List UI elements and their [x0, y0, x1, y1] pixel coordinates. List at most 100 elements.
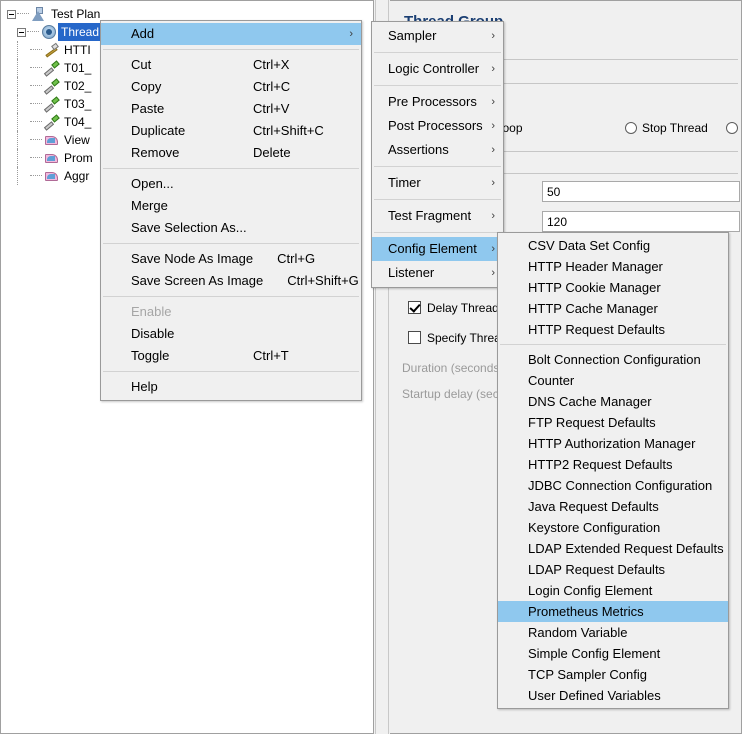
menu-item-shortcut: Ctrl+T [229, 345, 351, 367]
specify-thread-label: Specify Thread [427, 331, 508, 345]
menu-item-label: Bolt Connection Configuration [528, 349, 718, 370]
menu-item-label: Assertions [388, 138, 493, 162]
sampler-icon [43, 60, 61, 76]
config-menu-item-jdbc-connection-configuration[interactable]: JDBC Connection Configuration [498, 475, 728, 496]
menu-item-label: Merge [131, 195, 351, 217]
context-menu-item-open[interactable]: Open... [101, 173, 361, 195]
tree-context-menu[interactable]: Add› CutCtrl+XCopyCtrl+CPasteCtrl+VDuplic… [100, 20, 362, 401]
config-menu-item-prometheus-metrics[interactable]: Prometheus Metrics [498, 601, 728, 622]
http-sampler-icon [43, 42, 61, 58]
config-menu-item-tcp-sampler-config[interactable]: TCP Sampler Config [498, 664, 728, 685]
context-menu-item-disable[interactable]: Disable [101, 323, 361, 345]
context-menu-item-enable: Enable [101, 301, 361, 323]
tree-item-label: Test Plan [48, 5, 102, 23]
add-menu-item-sampler[interactable]: Sampler› [372, 24, 503, 48]
tree-connector [17, 13, 29, 15]
menu-item-label: Save Screen As Image [131, 270, 263, 292]
menu-item-label: Timer [388, 171, 493, 195]
context-menu-item-add[interactable]: Add› [101, 23, 361, 45]
add-menu-item-pre-processors[interactable]: Pre Processors› [372, 90, 503, 114]
radio-icon[interactable] [726, 122, 738, 134]
tree-expander-icon[interactable] [7, 10, 16, 19]
add-menu-item-test-fragment[interactable]: Test Fragment› [372, 204, 503, 228]
context-menu-item-paste[interactable]: PasteCtrl+V [101, 98, 361, 120]
menu-item-label: Test Fragment [388, 204, 493, 228]
context-menu-item-help[interactable]: Help [101, 376, 361, 398]
tree-expander-icon[interactable] [17, 28, 26, 37]
config-menu-item-http-cookie-manager[interactable]: HTTP Cookie Manager [498, 277, 728, 298]
config-menu-item-keystore-configuration[interactable]: Keystore Configuration [498, 517, 728, 538]
menu-item-label: Remove [131, 142, 229, 164]
config-menu-item-bolt-connection-configuration[interactable]: Bolt Connection Configuration [498, 349, 728, 370]
menu-item-label: Post Processors [388, 114, 493, 138]
config-menu-item-http-cache-manager[interactable]: HTTP Cache Manager [498, 298, 728, 319]
menu-item-label: Enable [131, 301, 351, 323]
menu-item-shortcut: Ctrl+Shift+C [229, 120, 351, 142]
context-menu-item-merge[interactable]: Merge [101, 195, 361, 217]
config-menu-item-counter[interactable]: Counter [498, 370, 728, 391]
checkbox-icon[interactable] [408, 331, 421, 344]
checkbox-icon[interactable] [408, 301, 421, 314]
menu-item-shortcut: Ctrl+V [229, 98, 351, 120]
add-menu-item-assertions[interactable]: Assertions› [372, 138, 503, 162]
context-menu-item-remove[interactable]: RemoveDelete [101, 142, 361, 164]
menu-item-label: HTTP Cache Manager [528, 298, 718, 319]
add-menu-item-timer[interactable]: Timer› [372, 171, 503, 195]
radio-stop-test[interactable]: S [726, 121, 742, 135]
chevron-right-icon: › [491, 171, 495, 195]
menu-item-shortcut: Ctrl+C [229, 76, 351, 98]
config-menu-item-ftp-request-defaults[interactable]: FTP Request Defaults [498, 412, 728, 433]
specify-thread-checkbox[interactable]: Specify Thread [408, 331, 508, 345]
context-menu-item-save-screen-as-image[interactable]: Save Screen As ImageCtrl+Shift+G [101, 270, 361, 292]
jmeter-window: Test PlanThread GHTTIT01_T02_T03_T04_Vie… [0, 0, 742, 734]
config-menu-item-user-defined-variables[interactable]: User Defined Variables [498, 685, 728, 706]
listener-icon [43, 150, 61, 166]
menu-item-label: Duplicate [131, 120, 229, 142]
config-menu-item-dns-cache-manager[interactable]: DNS Cache Manager [498, 391, 728, 412]
context-menu-item-toggle[interactable]: ToggleCtrl+T [101, 345, 361, 367]
config-menu-item-login-config-element[interactable]: Login Config Element [498, 580, 728, 601]
config-menu-item-simple-config-element[interactable]: Simple Config Element [498, 643, 728, 664]
chevron-right-icon: › [491, 114, 495, 138]
tree-item-label: HTTI [61, 41, 93, 59]
config-menu-item-http2-request-defaults[interactable]: HTTP2 Request Defaults [498, 454, 728, 475]
config-element-submenu[interactable]: CSV Data Set ConfigHTTP Header ManagerHT… [497, 232, 729, 709]
config-menu-item-http-header-manager[interactable]: HTTP Header Manager [498, 256, 728, 277]
tree-item-label: T04_ [61, 113, 93, 131]
context-menu-item-duplicate[interactable]: DuplicateCtrl+Shift+C [101, 120, 361, 142]
context-menu-item-save-selection-as[interactable]: Save Selection As... [101, 217, 361, 239]
context-menu-item-copy[interactable]: CopyCtrl+C [101, 76, 361, 98]
menu-item-label: TCP Sampler Config [528, 664, 718, 685]
config-menu-item-http-authorization-manager[interactable]: HTTP Authorization Manager [498, 433, 728, 454]
add-menu-item-logic-controller[interactable]: Logic Controller› [372, 57, 503, 81]
config-menu-item-ldap-request-defaults[interactable]: LDAP Request Defaults [498, 559, 728, 580]
ramp-up-period-input[interactable]: 120 [542, 211, 740, 232]
add-menu-item-separator [374, 85, 501, 86]
add-menu-item-config-element[interactable]: Config Element› [372, 237, 503, 261]
number-of-threads-input[interactable]: 50 [542, 181, 740, 202]
tree-connector [30, 121, 42, 123]
tree-connector [30, 157, 42, 159]
menu-item-label: Add [131, 23, 351, 45]
context-menu-item-cut[interactable]: CutCtrl+X [101, 54, 361, 76]
add-submenu[interactable]: Sampler› Logic Controller› Pre Processors›… [371, 21, 504, 288]
menu-item-label: HTTP Authorization Manager [528, 433, 718, 454]
delay-thread-checkbox[interactable]: Delay Thread c [408, 301, 508, 315]
config-menu-item-java-request-defaults[interactable]: Java Request Defaults [498, 496, 728, 517]
radio-icon[interactable] [625, 122, 637, 134]
tree-connector [17, 167, 19, 185]
tree-connector [30, 67, 42, 69]
menu-item-label: HTTP2 Request Defaults [528, 454, 718, 475]
config-menu-item-csv-data-set-config[interactable]: CSV Data Set Config [498, 235, 728, 256]
add-menu-item-listener[interactable]: Listener› [372, 261, 503, 285]
menu-item-label: Random Variable [528, 622, 718, 643]
sampler-icon [43, 114, 61, 130]
context-menu-item-save-node-as-image[interactable]: Save Node As ImageCtrl+G [101, 248, 361, 270]
config-menu-item-random-variable[interactable]: Random Variable [498, 622, 728, 643]
radio-stop-thread[interactable]: Stop Thread [625, 121, 708, 135]
config-menu-item-http-request-defaults[interactable]: HTTP Request Defaults [498, 319, 728, 340]
config-menu-item-ldap-extended-request-defaults[interactable]: LDAP Extended Request Defaults [498, 538, 728, 559]
menu-item-label: CSV Data Set Config [528, 235, 718, 256]
add-menu-item-post-processors[interactable]: Post Processors› [372, 114, 503, 138]
tree-connector [30, 139, 42, 141]
